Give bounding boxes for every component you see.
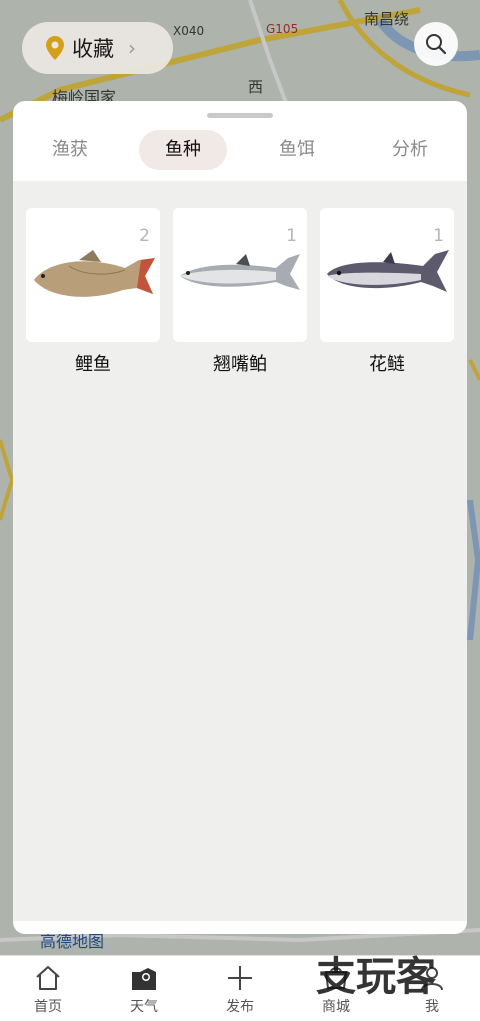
favorites-button[interactable]: 收藏 ›: [22, 22, 173, 74]
tab-species[interactable]: 鱼种: [139, 130, 227, 170]
tab-bait[interactable]: 鱼饵: [253, 130, 341, 170]
catch-count: 1: [286, 226, 297, 246]
tab-bar: 渔获 鱼种 鱼饵 分析: [13, 130, 467, 180]
fish-card-carp[interactable]: 2: [26, 208, 160, 342]
bighead-image: [327, 250, 449, 292]
species-grid: 2 鲤鱼 1 翘嘴鲌 1 花鲢: [13, 181, 467, 921]
nav-weather-label: 天气: [130, 999, 158, 1015]
svg-text:支玩客: 支玩客: [316, 954, 436, 1000]
fish-card-bighead[interactable]: 1: [320, 208, 454, 342]
nav-publish[interactable]: 发布: [192, 956, 288, 1021]
tab-analysis[interactable]: 分析: [366, 130, 454, 170]
tab-catch[interactable]: 渔获: [26, 130, 114, 170]
search-icon: [426, 34, 447, 55]
nav-home-label: 首页: [34, 999, 62, 1015]
weather-icon: [132, 968, 156, 990]
nav-publish-label: 发布: [226, 999, 254, 1015]
bottom-sheet: 渔获 鱼种 鱼饵 分析 2 鲤鱼 1 翘嘴鲌 1 花鲢: [13, 101, 467, 934]
catch-count: 1: [433, 226, 444, 246]
home-icon: [36, 966, 60, 990]
watermark-logo: 支玩客: [316, 954, 436, 1000]
favorites-label: 收藏: [72, 37, 114, 61]
nav-home[interactable]: 首页: [0, 956, 96, 1021]
sheet-drag-handle[interactable]: [207, 113, 273, 118]
location-pin-icon: [46, 36, 64, 60]
fish-name-culter: 翘嘴鲌: [213, 354, 267, 375]
carp-image: [34, 250, 155, 297]
fish-card-culter[interactable]: 1: [173, 208, 307, 342]
culter-image: [180, 254, 300, 290]
nav-weather[interactable]: 天气: [96, 956, 192, 1021]
plus-icon: [228, 966, 252, 990]
chevron-right-icon: ›: [128, 36, 136, 60]
catch-count: 2: [139, 226, 150, 246]
search-button[interactable]: [414, 22, 458, 66]
fish-name-carp: 鲤鱼: [75, 354, 111, 375]
fish-name-bighead: 花鲢: [369, 354, 405, 375]
